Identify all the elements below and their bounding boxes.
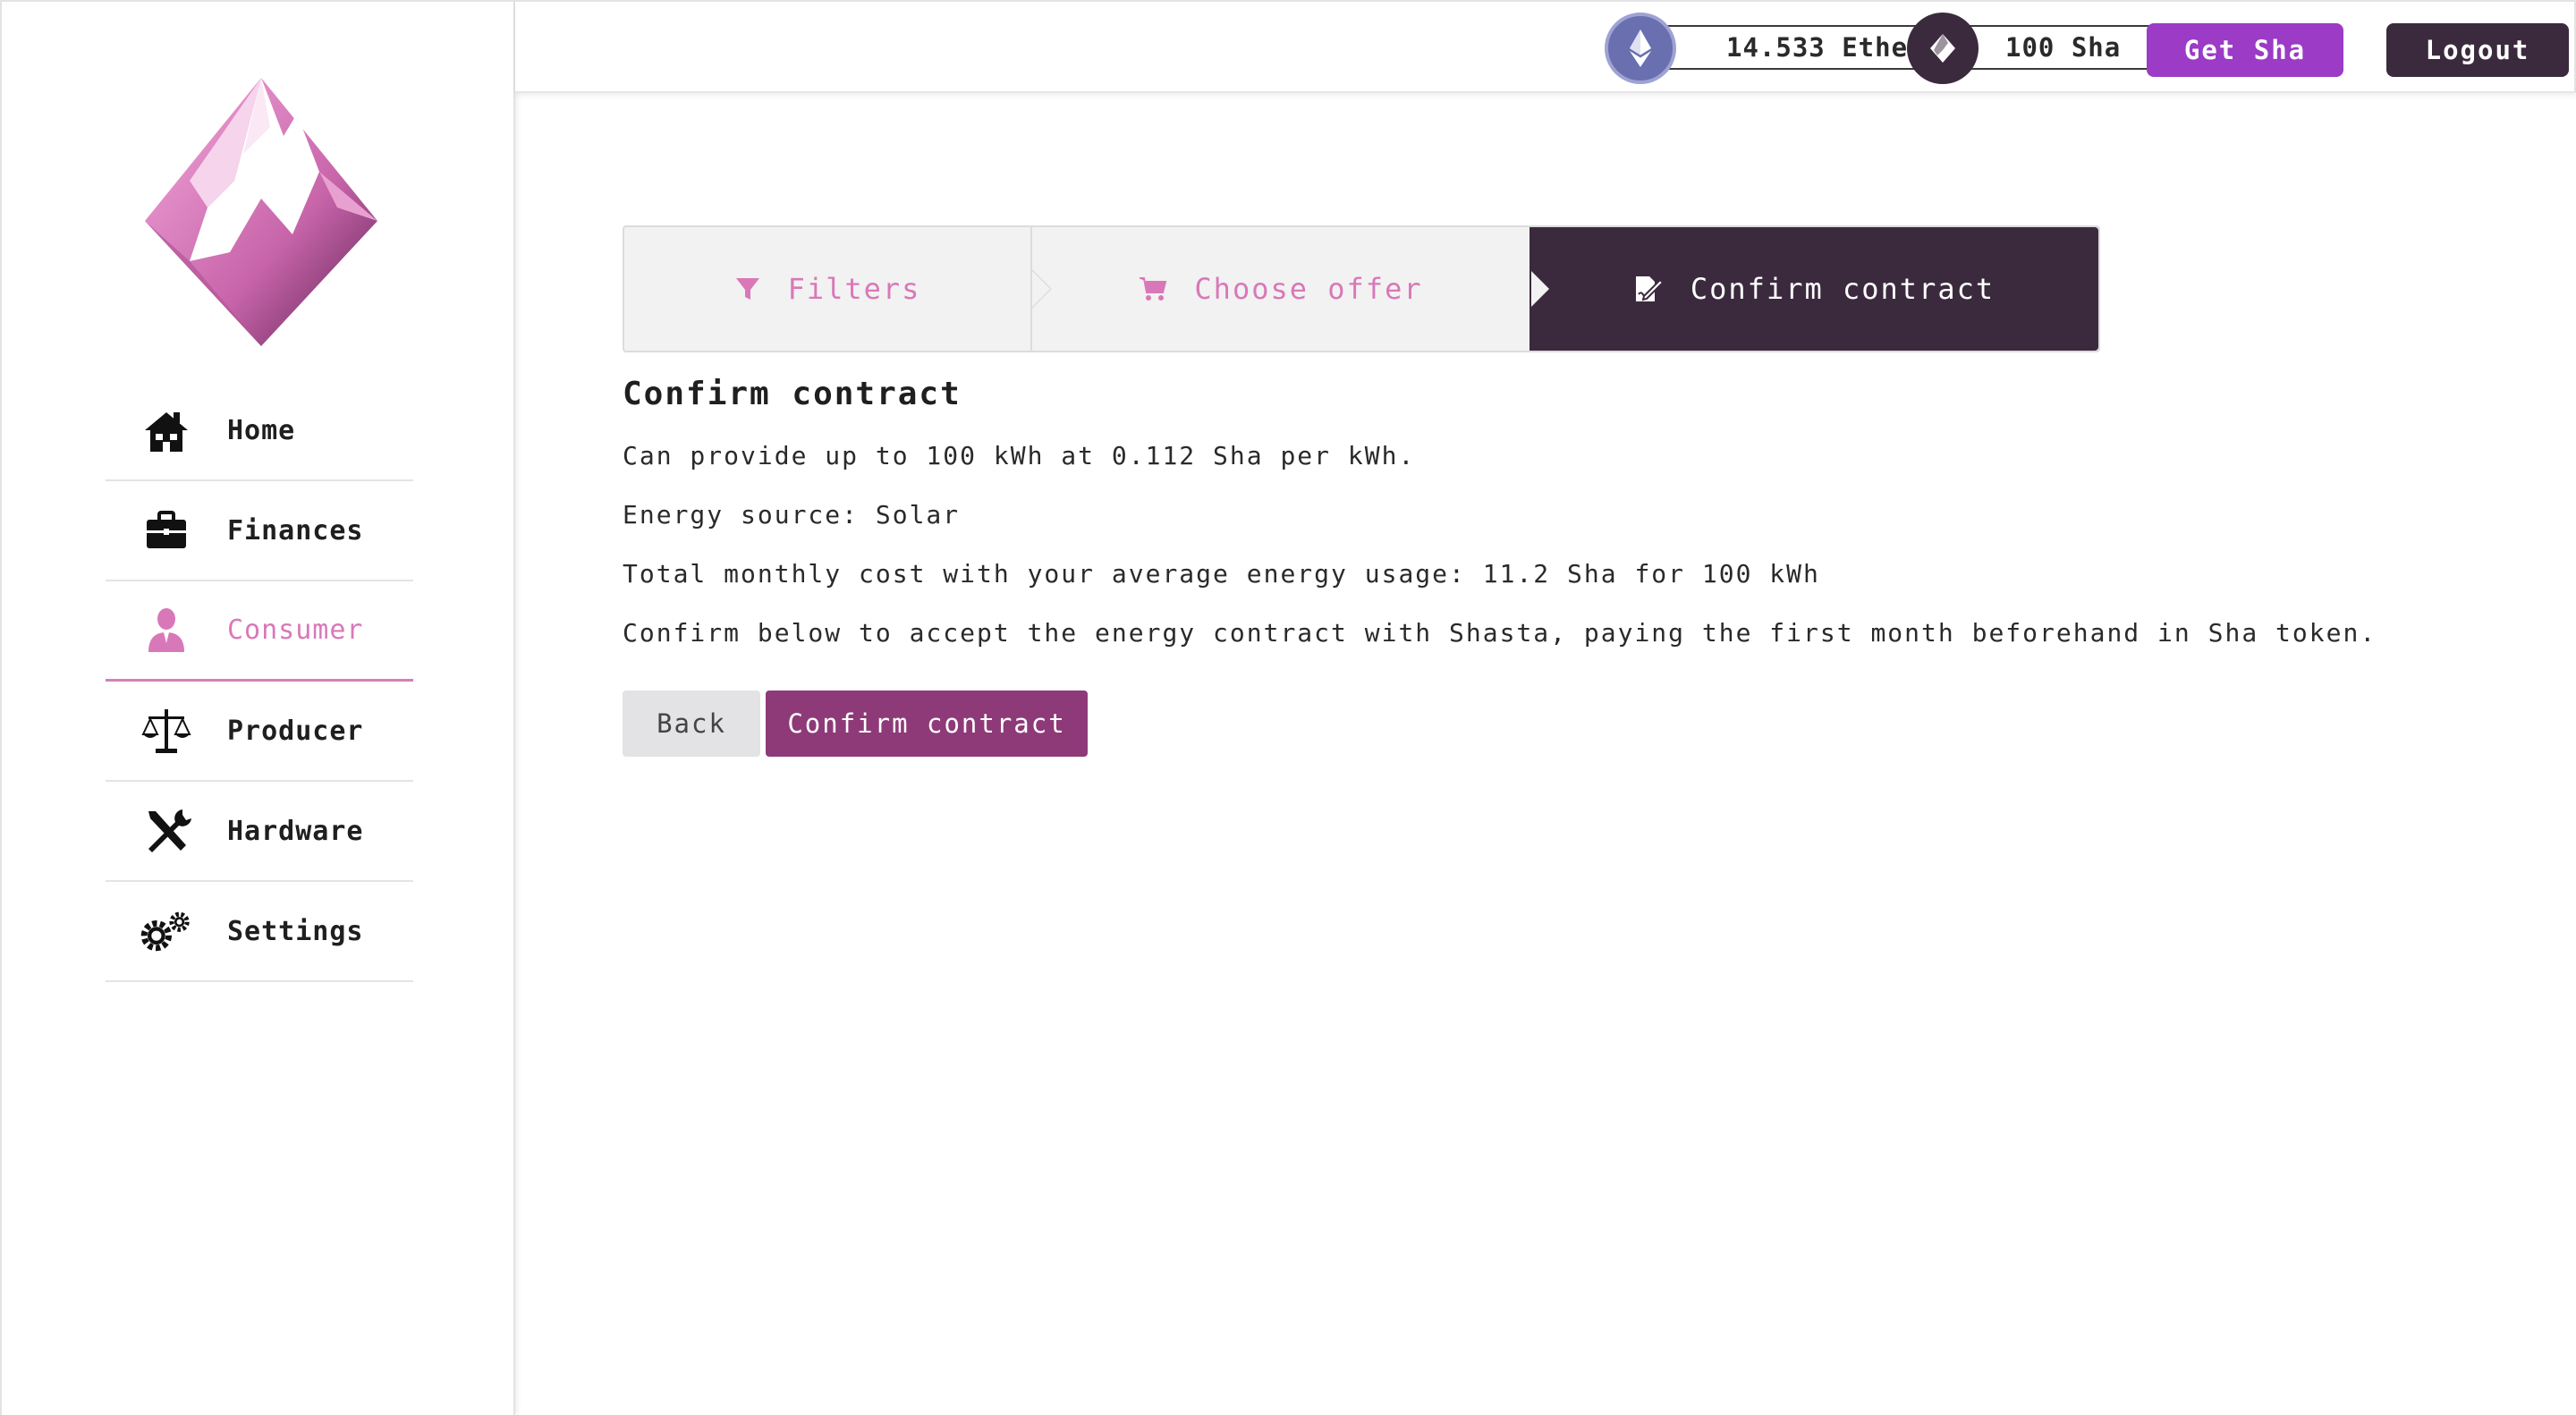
gears-icon: [106, 904, 227, 958]
scale-icon: [106, 704, 227, 758]
ether-icon: [1605, 13, 1676, 84]
energy-source-text: Energy source: Solar: [623, 500, 961, 530]
contract-details: Confirm contract Can provide up to 100 k…: [623, 376, 2501, 677]
sidebar-item-hardware[interactable]: Hardware: [106, 782, 413, 882]
ether-balance-text: 14.533 Ether: [1726, 32, 1925, 63]
sidebar-nav: Home Finances Consumer Producer Hardware: [106, 381, 413, 982]
app-logo[interactable]: [136, 73, 386, 351]
sidebar-item-label: Settings: [227, 915, 364, 947]
house-icon: [106, 403, 227, 457]
sha-balance-text: 100 Sha: [2005, 32, 2122, 63]
step-filters[interactable]: Filters: [624, 227, 1052, 351]
logout-button[interactable]: Logout: [2386, 23, 2569, 77]
sidebar-item-settings[interactable]: Settings: [106, 882, 413, 982]
sidebar-item-label: Hardware: [227, 815, 364, 847]
confirm-contract-button[interactable]: Confirm contract: [766, 691, 1088, 757]
back-button[interactable]: Back: [623, 691, 760, 757]
tools-icon: [106, 804, 227, 858]
page-title: Confirm contract: [623, 376, 962, 412]
sha-token-icon: [1907, 13, 1979, 84]
cart-icon: [1139, 275, 1167, 302]
confirm-instructions-text: Confirm below to accept the energy contr…: [623, 618, 2377, 648]
sidebar-item-producer[interactable]: Producer: [106, 682, 413, 782]
sidebar-item-label: Home: [227, 414, 296, 446]
briefcase-icon: [106, 504, 227, 557]
sidebar-item-consumer[interactable]: Consumer: [106, 581, 413, 682]
step-label: Choose offer: [1194, 272, 1423, 306]
step-label: Confirm contract: [1690, 272, 1996, 306]
filter-icon: [734, 275, 761, 302]
sidebar-item-home[interactable]: Home: [106, 381, 413, 481]
sidebar-item-label: Producer: [227, 715, 364, 747]
sign-document-icon: [1633, 275, 1664, 303]
sidebar-item-finances[interactable]: Finances: [106, 481, 413, 581]
step-separator-fill: [1032, 271, 1050, 307]
monthly-cost-text: Total monthly cost with your average ene…: [623, 559, 1820, 589]
sidebar-item-label: Consumer: [227, 614, 364, 646]
action-buttons: Back Confirm contract: [623, 691, 1088, 757]
step-separator: [1531, 271, 1549, 307]
step-label: Filters: [787, 272, 921, 306]
step-confirm-contract[interactable]: Confirm contract: [1530, 227, 2098, 351]
top-bar: 14.533 Ether 100 Sha Get Sha Logout: [515, 0, 2576, 93]
sidebar-item-label: Finances: [227, 514, 364, 547]
get-sha-button[interactable]: Get Sha: [2147, 23, 2343, 77]
sidebar: Home Finances Consumer Producer Hardware: [0, 0, 515, 1415]
step-choose-offer[interactable]: Choose offer: [1032, 227, 1549, 351]
contract-stepper: Filters Choose offer Confirm contract: [623, 225, 2100, 352]
offer-capacity-text: Can provide up to 100 kWh at 0.112 Sha p…: [623, 441, 1416, 470]
person-icon: [106, 604, 227, 657]
